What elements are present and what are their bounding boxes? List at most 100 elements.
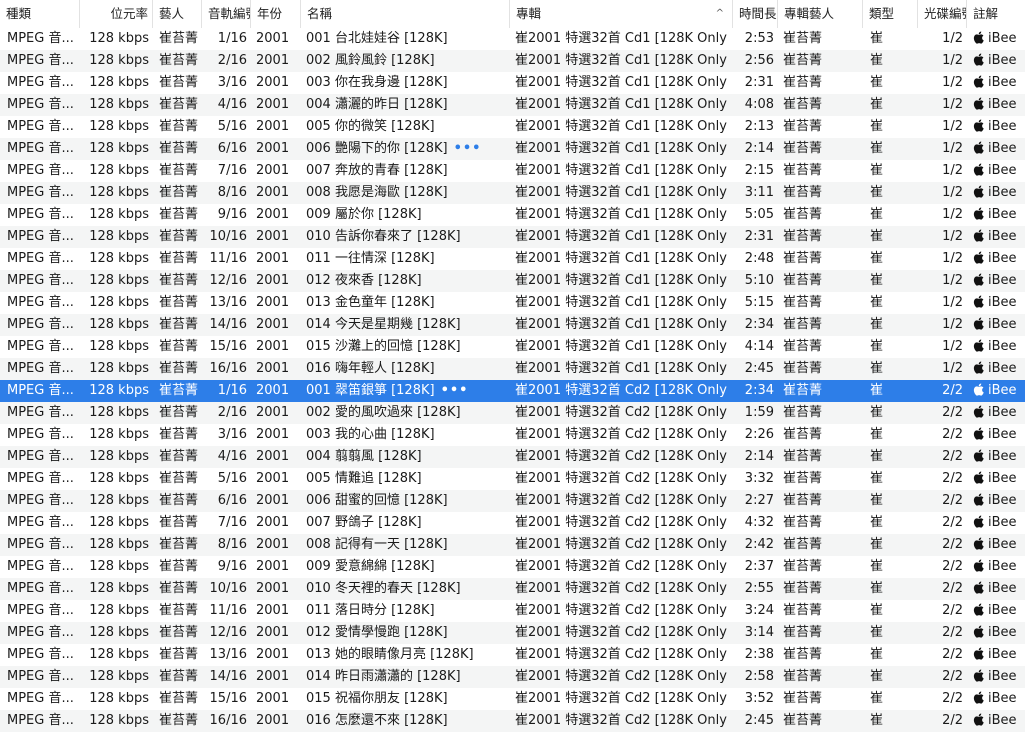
cell-year-text: 2001 <box>256 361 290 376</box>
cell-genre: 崔 <box>870 600 915 622</box>
table-row[interactable]: MPEG 音... 128 kbps 崔苔菁 5/16 2001 005 情難追 [128… <box>0 468 1025 490</box>
table-row[interactable]: MPEG 音... 128 kbps 崔苔菁 14/16 2001 014 昨日雨瀟瀟的 … <box>0 666 1025 688</box>
table-row[interactable]: MPEG 音... 128 kbps 崔苔菁 3/16 2001 003 我的心曲 [12… <box>0 424 1025 446</box>
table-row[interactable]: MPEG 音... 128 kbps 崔苔菁 10/16 2001 010 告訴你春來了 … <box>0 226 1025 248</box>
table-row[interactable]: MPEG 音... 128 kbps 崔苔菁 7/16 2001 007 奔放的青春 [1… <box>0 160 1025 182</box>
cell-album-artist-text: 崔苔菁 <box>783 119 823 134</box>
table-row[interactable]: MPEG 音... 128 kbps 崔苔菁 13/16 2001 013 金色童年 [1… <box>0 292 1025 314</box>
cell-album: 崔2001 特選32首 Cd1 [128K Only] <box>515 138 727 160</box>
cell-genre: 崔 <box>870 314 915 336</box>
cell-disc-text: 2/2 <box>942 581 963 596</box>
cell-track: 9/16 <box>202 204 247 226</box>
cell-artist: 崔苔菁 <box>159 688 203 710</box>
column-header-comment[interactable]: 註解 <box>967 0 1025 28</box>
column-header-year[interactable]: 年份 <box>251 0 301 28</box>
table-row[interactable]: MPEG 音... 128 kbps 崔苔菁 12/16 2001 012 夜來香 [12… <box>0 270 1025 292</box>
cell-genre-text: 崔 <box>870 713 884 728</box>
column-header-artist[interactable]: 藝人 <box>153 0 202 28</box>
table-row[interactable]: MPEG 音... 128 kbps 崔苔菁 3/16 2001 003 你在我身邊 [1… <box>0 72 1025 94</box>
cell-kind-text: MPEG 音... <box>7 229 74 244</box>
more-icon[interactable]: ••• <box>441 380 469 402</box>
table-row[interactable]: MPEG 音... 128 kbps 崔苔菁 7/16 2001 007 野鴿子 [128… <box>0 512 1025 534</box>
column-header-album-artist[interactable]: 專輯藝人 <box>778 0 863 28</box>
table-row[interactable]: MPEG 音... 128 kbps 崔苔菁 9/16 2001 009 屬於你 [128… <box>0 204 1025 226</box>
table-row[interactable]: MPEG 音... 128 kbps 崔苔菁 8/16 2001 008 我愿是海歐 [1… <box>0 182 1025 204</box>
cell-album-artist: 崔苔菁 <box>783 402 863 424</box>
cell-year: 2001 <box>256 358 300 380</box>
apple-icon <box>973 273 984 286</box>
table-row[interactable]: MPEG 音... 128 kbps 崔苔菁 16/16 2001 016 怎麼還不來 [… <box>0 710 1025 732</box>
cell-time: 2:45 <box>733 710 774 732</box>
cell-bitrate: 128 kbps <box>80 578 149 600</box>
comment-text: iBee <box>988 405 1017 420</box>
table-row[interactable]: MPEG 音... 128 kbps 崔苔菁 14/16 2001 014 今天是星期幾 … <box>0 314 1025 336</box>
table-row[interactable]: MPEG 音... 128 kbps 崔苔菁 2/16 2001 002 愛的風吹過來 [… <box>0 402 1025 424</box>
cell-artist-text: 崔苔菁 <box>159 493 199 508</box>
table-row[interactable]: MPEG 音... 128 kbps 崔苔菁 12/16 2001 012 愛情學慢跑 [… <box>0 622 1025 644</box>
cell-time: 2:56 <box>733 50 774 72</box>
cell-kind-text: MPEG 音... <box>7 31 74 46</box>
cell-year-text: 2001 <box>256 163 290 178</box>
table-row[interactable]: MPEG 音... 128 kbps 崔苔菁 2/16 2001 002 風鈴風鈴 [12… <box>0 50 1025 72</box>
cell-track-text: 6/16 <box>217 141 247 156</box>
cell-name-text: 010 告訴你春來了 [128K] <box>306 229 461 244</box>
table-row[interactable]: MPEG 音... 128 kbps 崔苔菁 16/16 2001 016 嗨年輕人 [1… <box>0 358 1025 380</box>
cell-time: 3:52 <box>733 688 774 710</box>
apple-icon <box>973 405 984 418</box>
cell-year-text: 2001 <box>256 53 290 68</box>
cell-time-text: 3:14 <box>744 625 774 640</box>
cell-time: 2:48 <box>733 248 774 270</box>
cell-artist: 崔苔菁 <box>159 490 203 512</box>
cell-artist: 崔苔菁 <box>159 534 203 556</box>
cell-album-artist-text: 崔苔菁 <box>783 383 823 398</box>
cell-disc-text: 2/2 <box>942 427 963 442</box>
column-header-genre[interactable]: 類型 <box>863 0 918 28</box>
column-header-time[interactable]: 時間長度 <box>733 0 778 28</box>
cell-year-text: 2001 <box>256 75 290 90</box>
cell-comment: iBee <box>973 72 1025 94</box>
cell-comment: iBee <box>973 666 1025 688</box>
column-header-bar: 種類 位元率 藝人 音軌編號 年份 名稱 專輯 ^ 時間長度 專輯藝人 類型 光… <box>0 0 1025 29</box>
cell-name: 001 翠笛銀箏 [128K] ••• <box>306 380 510 402</box>
table-row[interactable]: MPEG 音... 128 kbps 崔苔菁 13/16 2001 013 她的眼睛像月亮… <box>0 644 1025 666</box>
cell-year-text: 2001 <box>256 515 290 530</box>
table-row[interactable]: MPEG 音... 128 kbps 崔苔菁 11/16 2001 011 一往情深 [1… <box>0 248 1025 270</box>
cell-track: 12/16 <box>202 270 247 292</box>
table-row[interactable]: MPEG 音... 128 kbps 崔苔菁 5/16 2001 005 你的微笑 [12… <box>0 116 1025 138</box>
cell-comment: iBee <box>973 248 1025 270</box>
cell-album-artist: 崔苔菁 <box>783 50 863 72</box>
cell-genre-text: 崔 <box>870 273 884 288</box>
column-header-disc[interactable]: 光碟編號 <box>918 0 967 28</box>
column-header-bitrate[interactable]: 位元率 <box>80 0 153 28</box>
column-header-track[interactable]: 音軌編號 <box>202 0 251 28</box>
table-row[interactable]: MPEG 音... 128 kbps 崔苔菁 1/16 2001 001 翠笛銀箏 [12… <box>0 380 1025 402</box>
cell-artist: 崔苔菁 <box>159 710 203 732</box>
cell-name: 012 夜來香 [128K] <box>306 270 510 292</box>
cell-kind: MPEG 音... <box>7 600 77 622</box>
table-row[interactable]: MPEG 音... 128 kbps 崔苔菁 1/16 2001 001 台北娃娃谷 [1… <box>0 28 1025 50</box>
table-row[interactable]: MPEG 音... 128 kbps 崔苔菁 6/16 2001 006 甜蜜的回憶 [1… <box>0 490 1025 512</box>
cell-name-text: 015 沙灘上的回憶 [128K] <box>306 339 461 354</box>
cell-name: 014 昨日雨瀟瀟的 [128K] <box>306 666 510 688</box>
table-row[interactable]: MPEG 音... 128 kbps 崔苔菁 8/16 2001 008 記得有一天 [1… <box>0 534 1025 556</box>
cell-album-artist: 崔苔菁 <box>783 270 863 292</box>
cell-album-artist-text: 崔苔菁 <box>783 449 823 464</box>
table-row[interactable]: MPEG 音... 128 kbps 崔苔菁 6/16 2001 006 艷陽下的你 [1… <box>0 138 1025 160</box>
table-row[interactable]: MPEG 音... 128 kbps 崔苔菁 10/16 2001 010 冬天裡的春天 … <box>0 578 1025 600</box>
column-header-album[interactable]: 專輯 ^ <box>510 0 733 28</box>
table-row[interactable]: MPEG 音... 128 kbps 崔苔菁 4/16 2001 004 瀟灑的昨日 [1… <box>0 94 1025 116</box>
column-header-kind[interactable]: 種類 <box>0 0 80 28</box>
cell-bitrate-text: 128 kbps <box>89 427 149 442</box>
table-row[interactable]: MPEG 音... 128 kbps 崔苔菁 11/16 2001 011 落日時分 [1… <box>0 600 1025 622</box>
table-row[interactable]: MPEG 音... 128 kbps 崔苔菁 15/16 2001 015 祝福你朋友 [… <box>0 688 1025 710</box>
table-row[interactable]: MPEG 音... 128 kbps 崔苔菁 9/16 2001 009 愛意綿綿 [12… <box>0 556 1025 578</box>
table-row[interactable]: MPEG 音... 128 kbps 崔苔菁 15/16 2001 015 沙灘上的回憶 … <box>0 336 1025 358</box>
table-row[interactable]: MPEG 音... 128 kbps 崔苔菁 4/16 2001 004 翦翦風 [128… <box>0 446 1025 468</box>
comment-text: iBee <box>988 97 1017 112</box>
more-icon[interactable]: ••• <box>454 138 482 160</box>
cell-artist-text: 崔苔菁 <box>159 229 199 244</box>
column-header-name[interactable]: 名稱 <box>301 0 510 28</box>
cell-artist-text: 崔苔菁 <box>159 515 199 530</box>
cell-disc: 2/2 <box>918 402 963 424</box>
cell-album-artist-text: 崔苔菁 <box>783 141 823 156</box>
